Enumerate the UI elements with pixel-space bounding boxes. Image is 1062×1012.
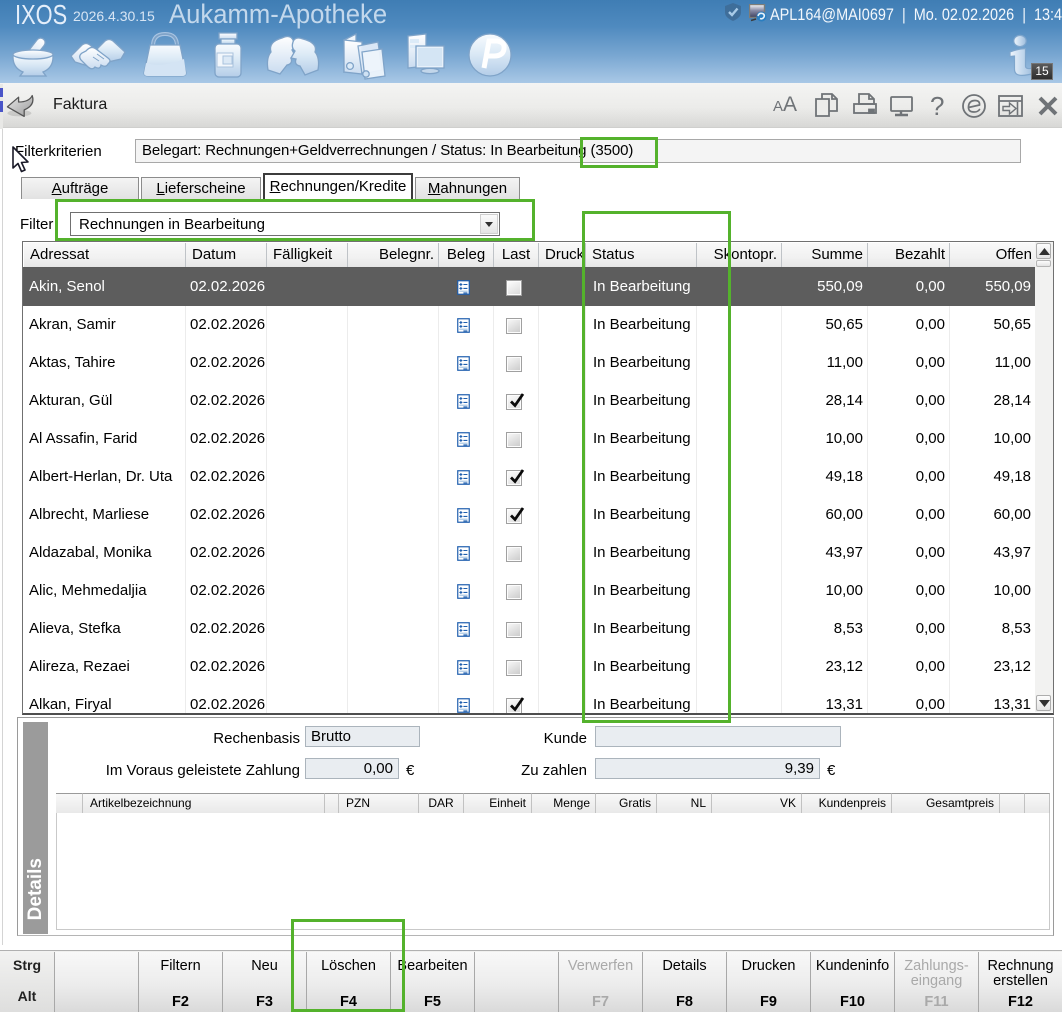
svg-text:A: A [773, 98, 783, 115]
svg-text:?: ? [930, 92, 944, 120]
svg-text:A: A [783, 93, 797, 116]
